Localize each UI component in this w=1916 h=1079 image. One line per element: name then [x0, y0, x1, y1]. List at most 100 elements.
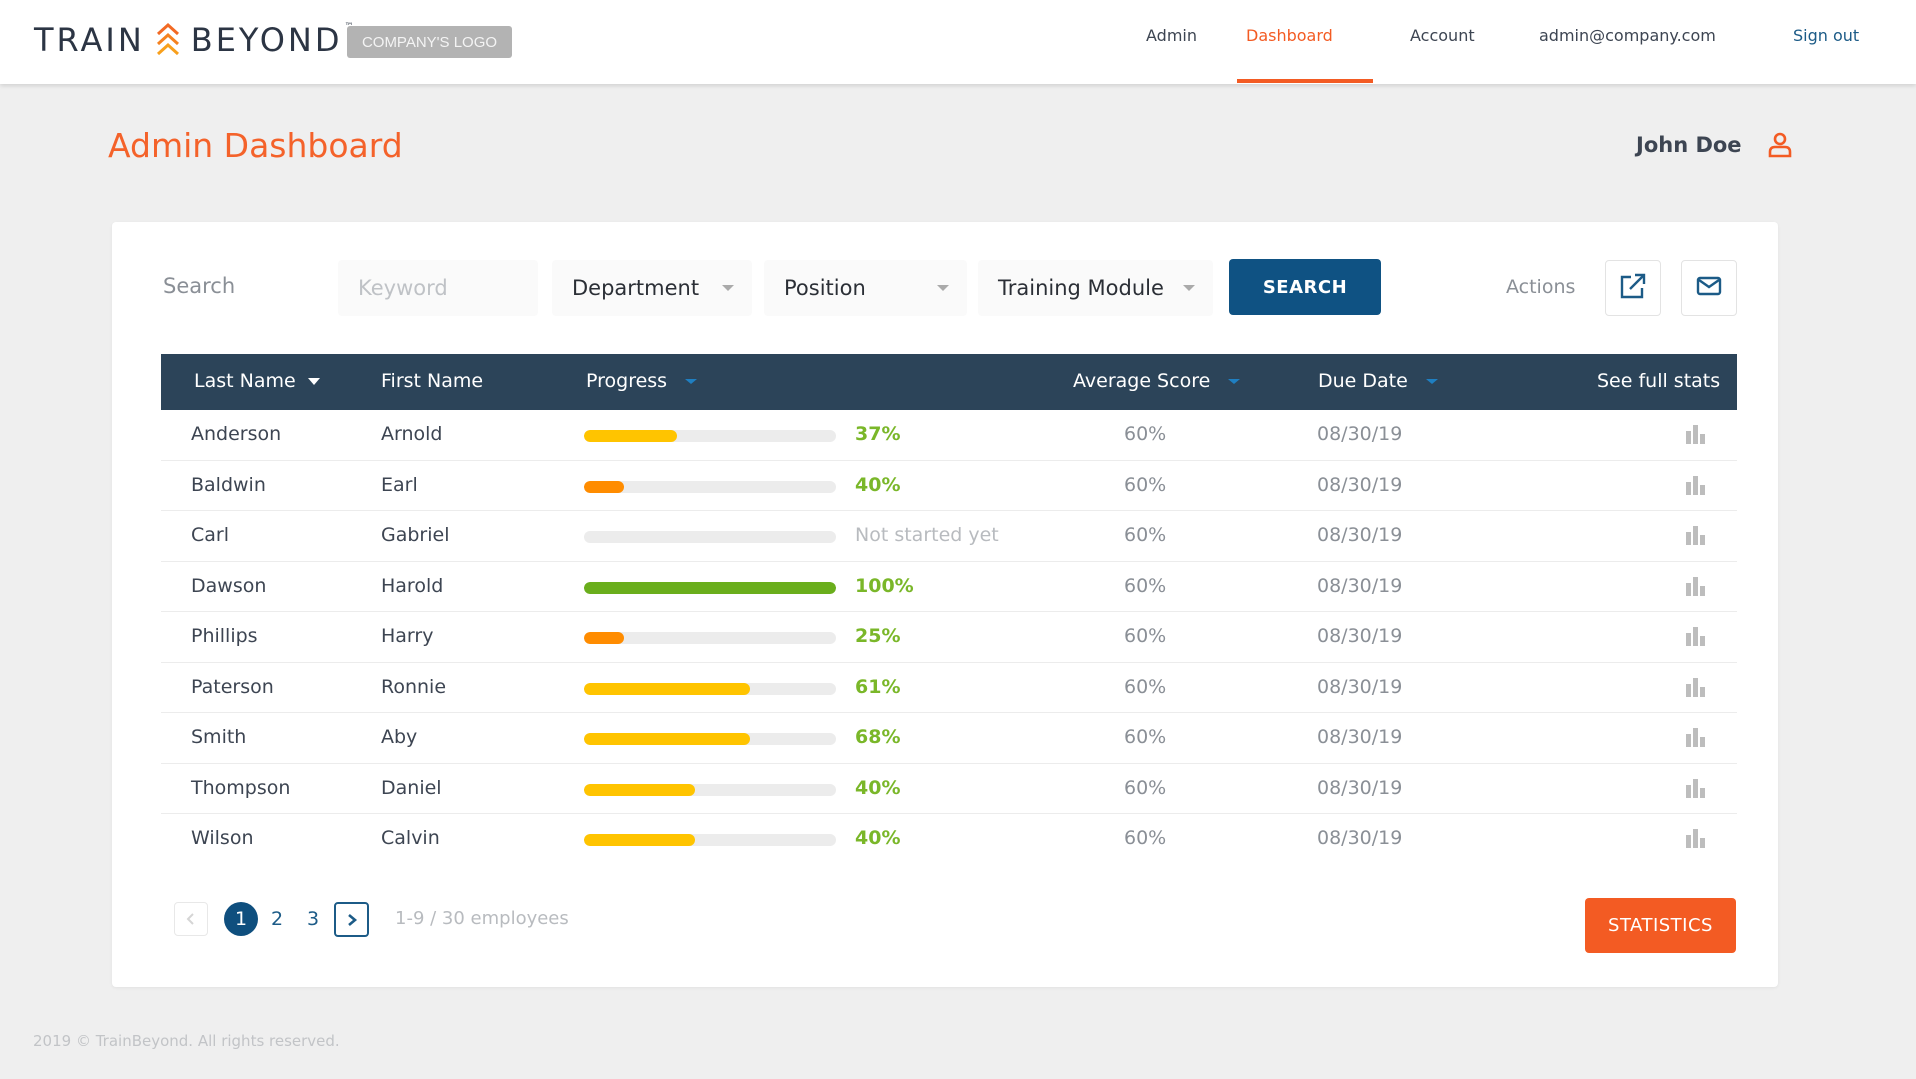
page-2-button[interactable]: 2 — [260, 902, 294, 936]
table-row[interactable]: Carl Gabriel Not started yet 60% 08/30/19 — [161, 511, 1737, 562]
sort-icon — [1425, 378, 1438, 384]
column-due-date[interactable]: Due Date — [1318, 370, 1438, 392]
bar-chart-icon[interactable] — [1685, 626, 1707, 651]
progress-bar — [584, 480, 836, 493]
cell-last-name: Baldwin — [191, 473, 266, 496]
progress-bar-fill — [584, 834, 695, 846]
page-3-button[interactable]: 3 — [296, 902, 330, 936]
bar-chart-icon[interactable] — [1685, 677, 1707, 702]
cell-average-score: 60% — [1124, 776, 1167, 799]
sort-desc-icon — [307, 377, 320, 385]
cell-due-date: 08/30/19 — [1317, 625, 1403, 647]
cell-progress-label: 40% — [855, 776, 901, 799]
export-button[interactable] — [1605, 260, 1661, 316]
chevron-down-icon — [937, 285, 949, 291]
brand-logo[interactable]: TRAIN BEYOND ™ — [34, 18, 353, 62]
column-label: Last Name — [194, 370, 296, 392]
bar-chart-icon[interactable] — [1685, 525, 1707, 550]
cell-last-name: Smith — [191, 726, 247, 748]
cell-last-name: Wilson — [191, 827, 254, 849]
cell-average-score: 60% — [1124, 726, 1167, 748]
column-label: Progress — [586, 370, 668, 392]
table-row[interactable]: Dawson Harold 100% 60% 08/30/19 — [161, 562, 1737, 612]
brand-text-left: TRAIN — [34, 21, 145, 59]
cell-progress-label: 25% — [855, 625, 901, 647]
column-label: See full stats — [1597, 370, 1721, 392]
cell-average-score: 60% — [1124, 423, 1167, 445]
cell-due-date: 08/30/19 — [1317, 423, 1403, 445]
cell-average-score: 60% — [1124, 625, 1167, 647]
cell-average-score: 60% — [1124, 827, 1167, 849]
column-last-name[interactable]: Last Name — [194, 370, 320, 392]
cell-first-name: Arnold — [381, 423, 443, 445]
footer-copyright: 2019 © TrainBeyond. All rights reserved. — [33, 1032, 340, 1050]
table-row[interactable]: Phillips Harry 25% 60% 08/30/19 — [161, 612, 1737, 663]
bar-chart-icon[interactable] — [1685, 727, 1707, 752]
keyword-input[interactable] — [338, 260, 538, 316]
position-select[interactable]: Position — [764, 260, 967, 316]
cell-progress-label: 68% — [855, 726, 901, 748]
bar-chart-icon[interactable] — [1685, 424, 1707, 449]
progress-bar-fill — [584, 783, 695, 796]
cell-first-name: Harry — [381, 625, 434, 647]
cell-average-score: 60% — [1124, 524, 1167, 546]
nav-admin[interactable]: Admin — [1146, 26, 1197, 45]
top-navbar: TRAIN BEYOND ™ COMPANY'S LOGO Admin Dash… — [0, 0, 1916, 84]
cell-first-name: Gabriel — [381, 524, 450, 546]
training-module-select[interactable]: Training Module — [978, 260, 1213, 316]
progress-bar-fill — [584, 581, 836, 594]
table-row[interactable]: Wilson Calvin 40% 60% 08/30/19 — [161, 814, 1737, 865]
bar-chart-icon[interactable] — [1685, 828, 1707, 853]
chevron-down-icon — [722, 285, 734, 291]
statistics-button[interactable]: STATISTICS — [1585, 898, 1736, 953]
nav-account[interactable]: Account — [1410, 26, 1475, 45]
column-full-stats: See full stats — [1597, 370, 1720, 392]
table-row[interactable]: Thompson Daniel 40% 60% 08/30/19 — [161, 764, 1737, 814]
table-header: Last Name First Name Progress Average Sc… — [161, 354, 1737, 410]
user-name: John Doe — [1636, 133, 1742, 157]
cell-last-name: Thompson — [191, 776, 291, 799]
cell-due-date: 08/30/19 — [1317, 675, 1403, 698]
email-button[interactable] — [1681, 260, 1737, 316]
cell-due-date: 08/30/19 — [1317, 726, 1403, 748]
column-label: Average Score — [1073, 370, 1211, 392]
bar-chart-icon[interactable] — [1685, 475, 1707, 500]
cell-last-name: Anderson — [191, 423, 282, 445]
department-select[interactable]: Department — [552, 260, 752, 316]
nav-user-email[interactable]: admin@company.com — [1539, 26, 1716, 45]
page-title: Admin Dashboard — [108, 126, 403, 165]
cell-due-date: 08/30/19 — [1317, 524, 1403, 546]
department-select-value: Department — [572, 276, 700, 300]
bar-chart-icon[interactable] — [1685, 778, 1707, 803]
user-icon[interactable] — [1768, 132, 1792, 158]
user-profile[interactable]: John Doe — [1636, 132, 1792, 158]
table-row[interactable]: Baldwin Earl 40% 60% 08/30/19 — [161, 461, 1737, 511]
cell-progress-label: 61% — [855, 675, 901, 698]
progress-bar-fill — [584, 682, 751, 695]
cell-progress-label: Not started yet — [855, 524, 999, 546]
cell-first-name: Calvin — [381, 827, 440, 849]
search-label: Search — [163, 274, 236, 298]
next-page-button[interactable] — [334, 902, 369, 937]
column-average-score[interactable]: Average Score — [1073, 370, 1241, 392]
cell-last-name: Phillips — [191, 625, 258, 647]
cell-first-name: Daniel — [381, 776, 442, 799]
training-module-select-value: Training Module — [998, 276, 1164, 300]
table-row[interactable]: Anderson Arnold 37% 60% 08/30/19 — [161, 410, 1737, 461]
column-first-name[interactable]: First Name — [381, 370, 483, 392]
employees-table: Last Name First Name Progress Average Sc… — [161, 354, 1737, 865]
search-button[interactable]: SEARCH — [1229, 259, 1381, 315]
bar-chart-icon[interactable] — [1685, 576, 1707, 601]
nav-sign-out[interactable]: Sign out — [1793, 26, 1859, 45]
previous-page-button[interactable] — [174, 902, 208, 936]
table-row[interactable]: Smith Aby 68% 60% 08/30/19 — [161, 713, 1737, 764]
employees-card: Search Department Position Training Modu… — [112, 222, 1778, 987]
cell-first-name: Ronnie — [381, 675, 447, 698]
nav-active-indicator — [1237, 79, 1373, 83]
table-row[interactable]: Paterson Ronnie 61% 60% 08/30/19 — [161, 663, 1737, 713]
nav-dashboard[interactable]: Dashboard — [1246, 26, 1333, 45]
column-progress[interactable]: Progress — [586, 370, 698, 392]
page-1-button[interactable]: 1 — [224, 902, 258, 936]
chevron-down-icon — [1183, 285, 1195, 291]
mail-icon — [1696, 275, 1722, 301]
